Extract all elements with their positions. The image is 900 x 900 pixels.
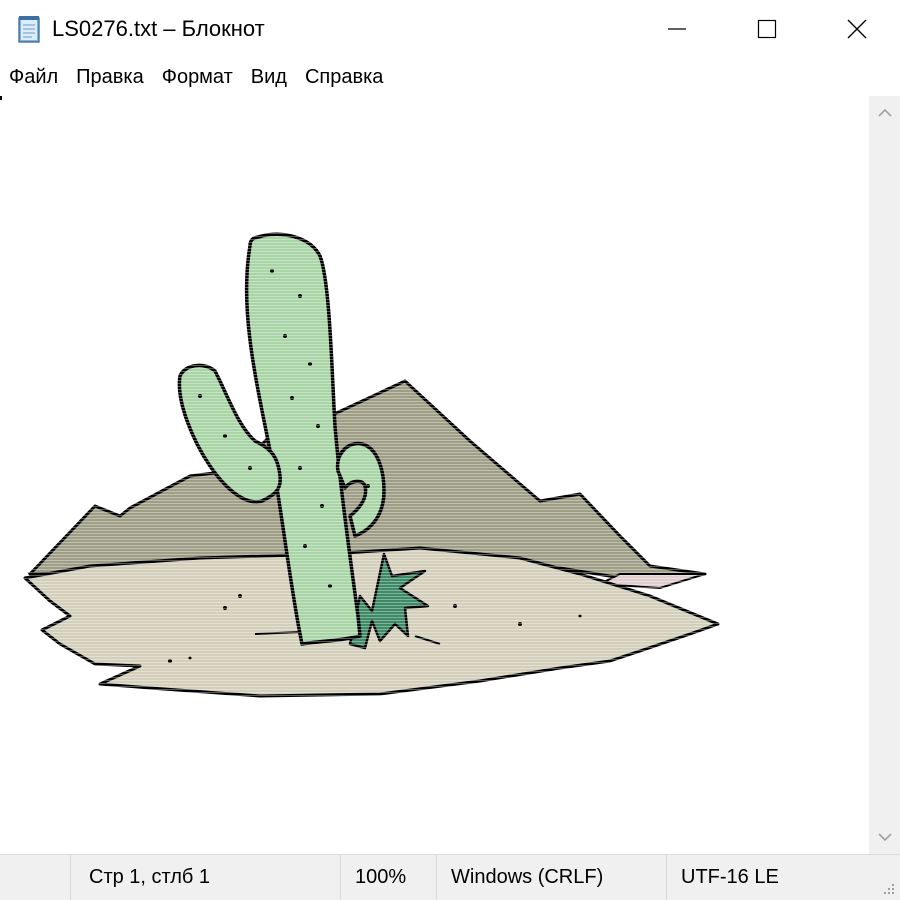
ascii-art-cactus-image [0,96,869,854]
status-cursor-position: Стр 1, стлб 1 [70,855,340,900]
status-zoom: 100% [340,855,436,900]
window-title: LS0276.txt – Блокнот [52,16,265,41]
maximize-icon [757,19,777,39]
status-line-ending: Windows (CRLF) [436,855,666,900]
notepad-window: LS0276.txt – Блокнот Файл Правка Формат … [0,0,900,900]
status-encoding: UTF-16 LE [666,855,876,900]
chevron-down-icon [877,833,892,842]
menu-format[interactable]: Формат [153,58,242,96]
minimize-button[interactable] [632,0,722,58]
scroll-up-button[interactable] [869,96,900,130]
scroll-down-button[interactable] [869,820,900,854]
chevron-up-icon [877,108,892,117]
text-editor-area[interactable] [0,96,869,854]
status-bar: Стр 1, стлб 1 100% Windows (CRLF) UTF-16… [0,854,900,900]
title-bar[interactable]: LS0276.txt – Блокнот [0,0,900,58]
menu-edit[interactable]: Правка [67,58,153,96]
close-icon [847,19,867,39]
menu-bar: Файл Правка Формат Вид Справка [0,58,900,96]
menu-file[interactable]: Файл [0,58,67,96]
maximize-button[interactable] [722,0,812,58]
vertical-scrollbar[interactable] [869,96,900,854]
menu-view[interactable]: Вид [242,58,296,96]
text-caret [0,96,2,100]
minimize-icon [668,28,686,30]
close-button[interactable] [812,0,900,58]
resize-grip-icon[interactable] [882,882,896,896]
menu-help[interactable]: Справка [296,58,392,96]
notepad-icon [18,16,40,43]
